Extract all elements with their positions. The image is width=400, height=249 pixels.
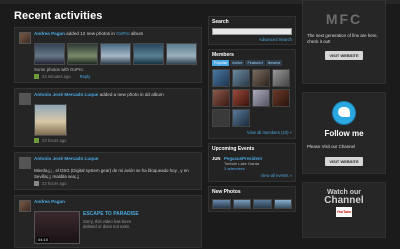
photo-thumb[interactable] [100,43,131,65]
event-text: PegasusPresident Torbole Lake Garda 3 at… [224,156,262,171]
mfc-logo[interactable]: MFC [307,11,381,27]
promo-text: The next generation of fins are here, ch… [307,33,378,44]
activity-item: Andrea Pagan 04:10 ESCAPE TO PARADISE So… [14,195,202,249]
member-avatar[interactable] [232,69,250,87]
activity-item: Andrea Pagan added 12 new photos in GoPr… [14,27,202,83]
search-input[interactable] [212,28,292,35]
activity-header: Antonio José Mercado Luque [34,156,197,165]
member-avatar[interactable] [252,89,270,107]
album-link[interactable]: GoPro [116,31,129,36]
channel-widget: Watch our Channel YouTube [302,182,386,238]
avatar[interactable] [19,200,31,213]
advanced-search-link[interactable]: Advanced Search [209,36,295,44]
photo-caption: Some photos with GoPro [34,67,83,72]
status-text: Mierda¡¡¡ , el DSG (Digital system gear)… [34,168,189,179]
members-grid [209,66,295,130]
member-avatar[interactable] [232,89,250,107]
view-all-events-link[interactable]: View all events » [209,173,295,181]
activity-meta: 23 hours ago [34,181,197,187]
members-widget: Members Popular Active Featured Newest V… [208,49,296,139]
video-attachment: 04:10 ESCAPE TO PARADISE Sorry, this vid… [34,211,197,245]
user-link[interactable]: Antonio José Mercado Luque [34,92,98,97]
activity-header: Andrea Pagan added 12 new photos in GoPr… [34,31,144,36]
video-title[interactable]: ESCAPE TO PARADISE [83,211,145,217]
twitter-text: Please Visit our Channel [307,144,356,149]
youtube-icon[interactable]: YouTube [336,207,352,217]
search-widget: Search Advanced Search [208,16,296,45]
photo-thumb[interactable] [212,199,231,209]
photo-thumb[interactable] [133,43,164,65]
photo-strip [34,43,197,65]
right-column: MFC The next generation of fins are here… [302,0,386,246]
activity-meta: 23 hours ago [34,138,197,143]
timestamp: 24 minutes ago [42,74,71,79]
events-heading: Upcoming Events [212,146,255,152]
member-avatar[interactable] [272,69,290,87]
photo-icon [34,138,39,143]
activity-meta: 24 minutes ago Reply [34,74,197,79]
status-icon [34,181,39,187]
timestamp: 23 hours ago [42,181,67,187]
timestamp: 23 hours ago [42,138,67,143]
watch-channel-heading: Watch our Channel [324,189,364,206]
follow-me-title[interactable]: Follow me [307,129,381,138]
photo-thumb[interactable] [232,199,251,209]
user-link[interactable]: Andrea Pagan [34,199,65,204]
member-avatar[interactable] [272,89,290,107]
page-title: Recent activities [14,10,103,22]
new-photos-widget: New Photos [208,186,296,212]
video-duration: 04:10 [37,237,50,243]
event-date: JUN [212,156,221,161]
tab-popular[interactable]: Popular [212,60,230,66]
recent-activities-column: Recent activities Andrea Pagan added 12 … [14,10,202,249]
search-heading: Search [212,19,229,25]
avatar[interactable] [19,93,31,105]
member-avatar[interactable] [252,69,270,87]
view-all-members-link[interactable]: View all members (10) » [209,130,295,138]
avatar[interactable] [19,157,31,169]
photo-thumb[interactable] [253,199,272,209]
user-link[interactable]: Antonio José Mercado Luque [34,156,98,161]
members-heading: Members [212,52,234,58]
visit-website-button[interactable]: VISIT WEBSITE [325,156,363,166]
twitter-widget: Follow me Please Visit our Channel VISIT… [302,92,386,174]
tab-active[interactable]: Active [230,60,245,66]
tab-newest[interactable]: Newest [265,60,283,66]
visit-website-button[interactable]: VISIT WEBSITE [325,51,363,61]
new-photos-strip [209,197,295,211]
sidebar: Search Advanced Search Members Popular A… [208,16,296,216]
events-widget: Upcoming Events JUN PegasusPresident Tor… [208,143,296,182]
member-avatar[interactable] [212,69,230,87]
user-link[interactable]: Andrea Pagan [34,31,65,36]
member-avatar[interactable] [212,109,230,127]
reply-link[interactable]: Reply [80,74,91,79]
event-attendees: 3 attendees [224,166,245,171]
activity-item: Antonio José Mercado Luque Mierda¡¡¡ , e… [14,152,202,191]
member-avatar[interactable] [212,89,230,107]
video-description: Sorry, this video has been deleted or do… [83,219,132,230]
photo-icon [34,74,39,79]
photo-thumb[interactable] [67,43,98,65]
video-info: ESCAPE TO PARADISE Sorry, this video has… [83,211,145,244]
tab-featured[interactable]: Featured [245,60,265,66]
event-item[interactable]: JUN PegasusPresident Torbole Lake Garda … [209,154,295,173]
activity-header: Andrea Pagan [34,199,197,208]
photo-thumb[interactable] [34,43,65,65]
photo-thumb[interactable] [166,43,197,65]
activity-item: Antonio José Mercado Luque added a new p… [14,88,202,147]
video-thumbnail[interactable]: 04:10 [34,211,80,245]
avatar[interactable] [19,32,31,44]
member-avatar[interactable] [232,109,250,127]
photo-thumb[interactable] [273,199,292,209]
members-tabs: Popular Active Featured Newest [209,60,295,66]
twitter-bird-icon[interactable] [332,101,356,125]
mfc-promo: MFC The next generation of fins are here… [302,0,386,84]
activity-header: Antonio José Mercado Luque added a new p… [34,92,164,97]
photo-thumb[interactable] [34,104,67,136]
new-photos-heading: New Photos [212,189,241,195]
